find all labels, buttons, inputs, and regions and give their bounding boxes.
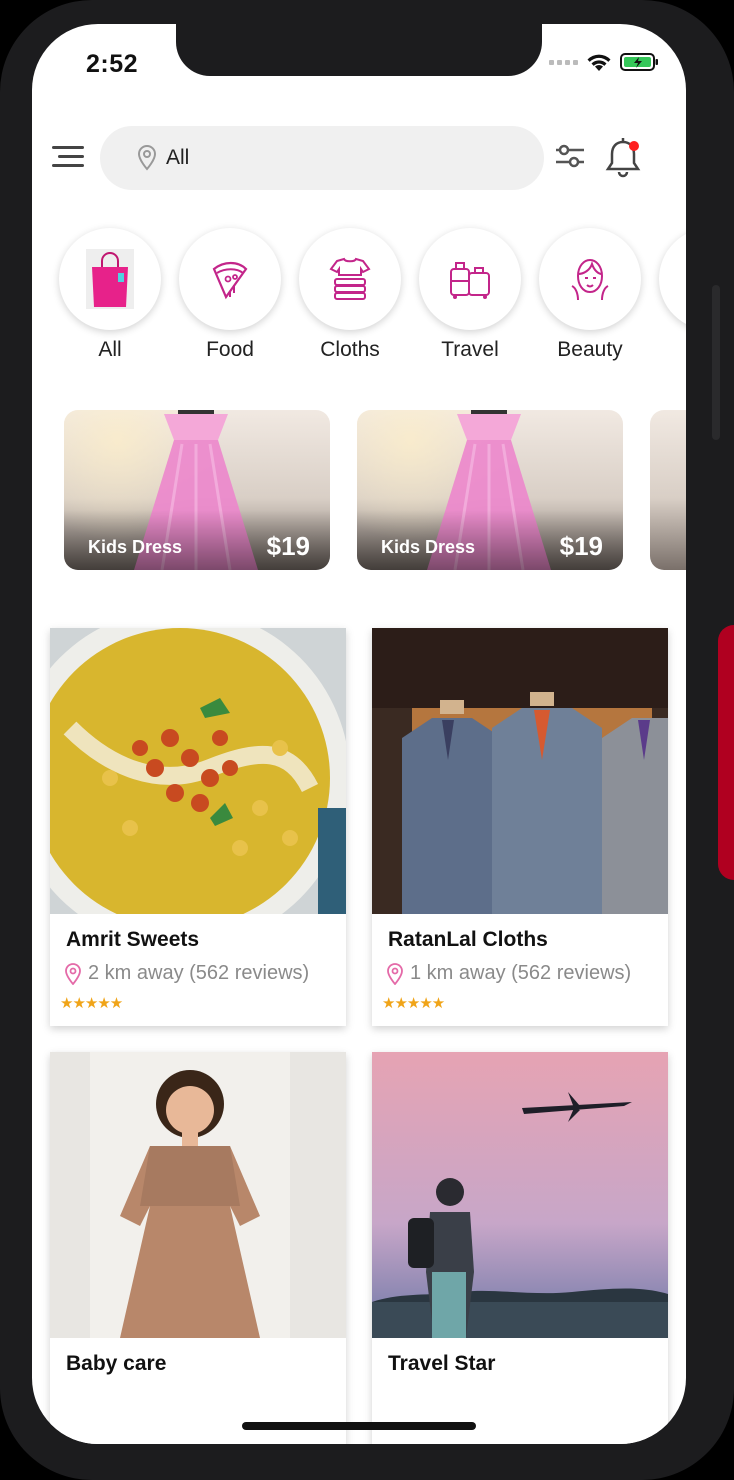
sliders-icon bbox=[556, 144, 584, 168]
category-travel[interactable]: Travel bbox=[418, 228, 522, 362]
filter-button[interactable] bbox=[554, 142, 586, 175]
side-button bbox=[712, 285, 720, 440]
travel-image bbox=[372, 1052, 668, 1338]
promo-banner-partial[interactable] bbox=[650, 410, 686, 570]
shop-card[interactable]: RatanLal Cloths 1 km away (562 reviews) … bbox=[372, 628, 668, 1026]
bell-icon bbox=[605, 138, 641, 178]
star-rating: ★★★★★ bbox=[382, 995, 445, 1012]
category-beauty[interactable]: Beauty bbox=[538, 228, 642, 362]
pizza-slice-icon bbox=[212, 261, 248, 300]
notification-button[interactable] bbox=[604, 136, 644, 185]
location-search-box[interactable] bbox=[100, 126, 544, 190]
beauty-face-icon bbox=[571, 258, 609, 301]
distance-reviews: 1 km away (562 reviews) bbox=[410, 962, 632, 984]
star-rating: ★★★★★ bbox=[60, 995, 123, 1012]
battery-icon bbox=[620, 53, 658, 71]
search-input[interactable] bbox=[166, 146, 506, 170]
banner-title: Kids Dress bbox=[381, 537, 476, 557]
wifi-icon bbox=[587, 54, 611, 71]
category-row: All Food Cloths Travel Beauty bbox=[32, 228, 686, 378]
menu-button[interactable] bbox=[52, 146, 88, 172]
notch bbox=[176, 24, 542, 76]
app-screen: 2:52 All All Food Cloths Travel Beauty K… bbox=[32, 24, 686, 1444]
category-label: All bbox=[98, 338, 122, 361]
banner-price: $19 bbox=[266, 531, 310, 561]
shop-name: Baby care bbox=[66, 1352, 167, 1375]
shop-name: Amrit Sweets bbox=[66, 928, 200, 951]
background-shape bbox=[718, 625, 734, 880]
category-food[interactable]: Food bbox=[178, 228, 282, 362]
notification-dot bbox=[629, 141, 639, 151]
phone-frame: 2:52 All All Food Cloths Travel Beauty K… bbox=[0, 0, 734, 1480]
category-cloths[interactable]: Cloths bbox=[298, 228, 402, 362]
banner-title: Kids Dress bbox=[88, 537, 183, 557]
shop-card[interactable]: Amrit Sweets 2 km away (562 reviews) ★★★… bbox=[50, 628, 346, 1026]
luggage-icon bbox=[450, 262, 490, 299]
clothes-stack-icon bbox=[329, 257, 371, 300]
girl-image bbox=[50, 1052, 346, 1338]
category-more[interactable] bbox=[658, 228, 686, 330]
shop-name: RatanLal Cloths bbox=[388, 928, 548, 951]
shop-card[interactable]: Baby care bbox=[50, 1052, 346, 1444]
distance-reviews: 2 km away (562 reviews) bbox=[88, 962, 310, 984]
category-label: Travel bbox=[441, 338, 499, 361]
shopping-bag-icon bbox=[86, 249, 134, 309]
shop-card[interactable]: Travel Star bbox=[372, 1052, 668, 1444]
shop-name: Travel Star bbox=[388, 1352, 496, 1375]
suits-image bbox=[372, 628, 668, 914]
shop-meta: 2 km away (562 reviews) bbox=[64, 962, 309, 985]
location-pin-icon bbox=[387, 962, 403, 985]
banner-price: $19 bbox=[559, 531, 603, 561]
promo-banner[interactable]: Kids Dress $19 bbox=[357, 410, 623, 570]
shop-meta: 1 km away (562 reviews) bbox=[386, 962, 631, 985]
category-label: Cloths bbox=[320, 338, 380, 361]
promo-banner[interactable]: Kids Dress $19 bbox=[64, 410, 330, 570]
location-pin-icon bbox=[65, 962, 81, 985]
category-all[interactable]: All bbox=[58, 228, 162, 362]
food-image bbox=[50, 628, 346, 914]
location-pin-icon bbox=[137, 144, 157, 171]
signal-icon bbox=[549, 59, 578, 65]
category-label: Food bbox=[206, 338, 254, 361]
category-label: Beauty bbox=[557, 338, 623, 361]
status-icons bbox=[549, 52, 660, 72]
status-time: 2:52 bbox=[86, 50, 139, 78]
home-indicator[interactable] bbox=[242, 1422, 476, 1430]
